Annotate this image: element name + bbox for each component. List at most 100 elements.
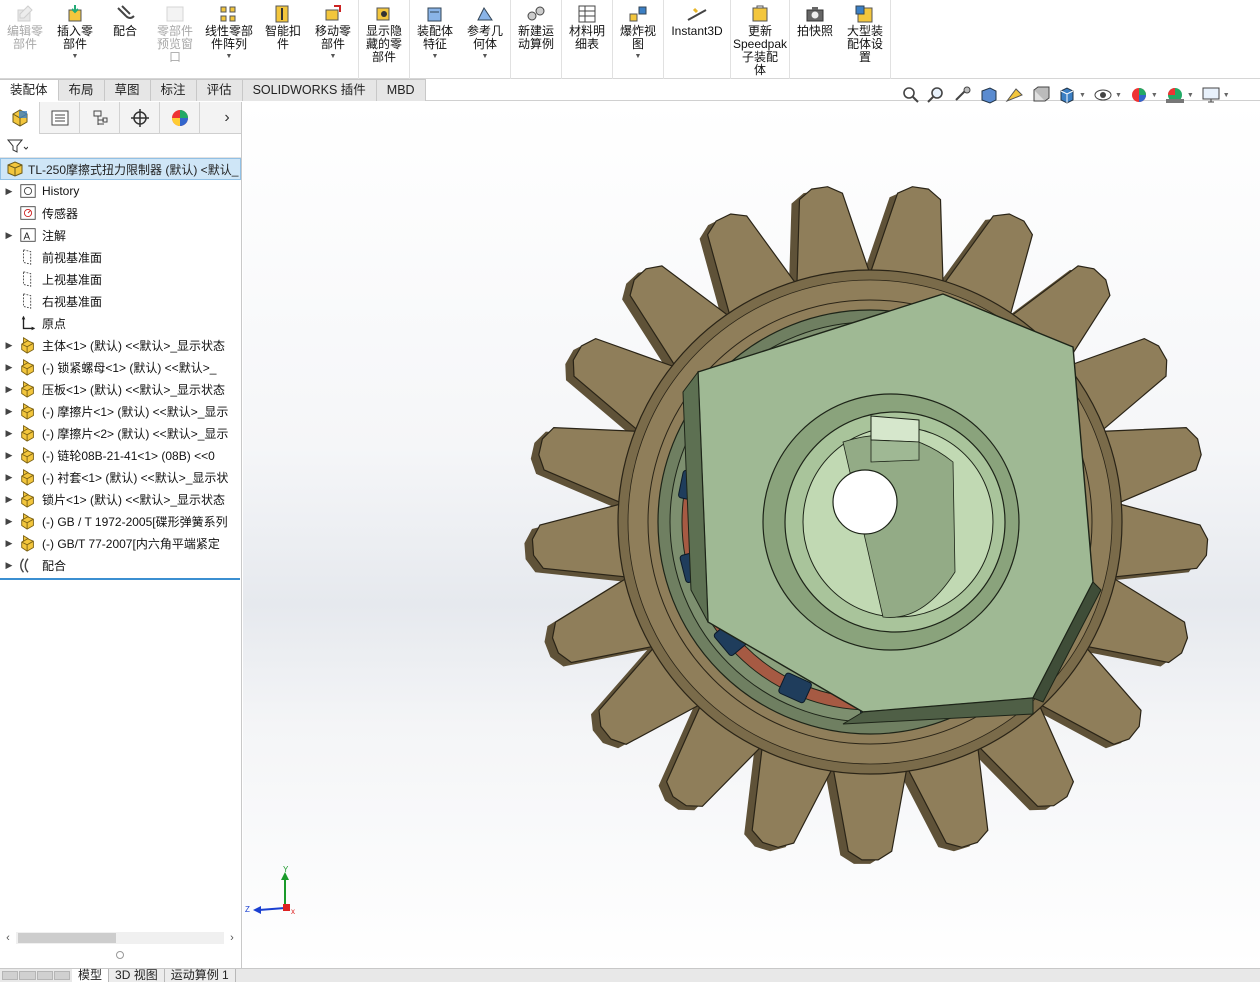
assembly-feature-button[interactable]: 装配体 特征 ▼ <box>410 0 460 79</box>
display-style-icon[interactable] <box>1056 85 1078 105</box>
dropdown-caret-icon[interactable]: ▼ <box>432 53 439 60</box>
view-settings-icon[interactable] <box>1200 85 1222 105</box>
tree-item[interactable]: ▶ 锁片<1> (默认) <<默认>_显示状态 <box>0 488 241 510</box>
mate-button[interactable]: 配合 <box>100 0 150 79</box>
model-tab-2[interactable]: 运动算例 1 <box>164 969 236 982</box>
tree-item[interactable]: ▶ (-) 链轮08B-21-41<1> (08B) <<0 <box>0 444 241 466</box>
tree-root-assembly[interactable]: TL-250摩擦式扭力限制器 (默认) <默认_ <box>0 158 241 180</box>
rollback-bar[interactable] <box>0 578 240 580</box>
first-tab-icon[interactable] <box>2 971 19 980</box>
tree-item[interactable]: 原点 <box>0 312 241 334</box>
tree-item[interactable]: ▶ 压板<1> (默认) <<默认>_显示状态 <box>0 378 241 400</box>
tree-item[interactable]: ▶ History <box>0 180 241 202</box>
expand-arrow-icon[interactable]: ▶ <box>0 230 18 241</box>
expand-arrow-icon[interactable]: ▶ <box>0 494 18 505</box>
scroll-left-icon[interactable]: ‹ <box>0 932 16 944</box>
scroll-right-icon[interactable]: › <box>224 932 240 944</box>
last-tab-icon[interactable] <box>53 971 70 980</box>
scroll-thumb[interactable] <box>18 933 116 943</box>
tree-item[interactable]: ▶ (-) 摩擦片<2> (默认) <<默认>_显示 <box>0 422 241 444</box>
dropdown-caret-icon[interactable]: ▼ <box>635 53 642 60</box>
dropdown-caret-icon[interactable]: ▼ <box>1115 92 1122 99</box>
next-tab-icon[interactable] <box>36 971 53 980</box>
tree-item[interactable]: ▶ (-) GB / T 1972-2005[碟形弹簧系列 <box>0 510 241 532</box>
dimxpert-tab[interactable] <box>120 102 160 134</box>
expand-arrow-icon[interactable]: ▶ <box>0 450 18 461</box>
tree-filter[interactable] <box>0 134 241 158</box>
view-orientation-icon[interactable] <box>1030 85 1052 105</box>
tree-item[interactable]: ▶ 主体<1> (默认) <<默认>_显示状态 <box>0 334 241 356</box>
tree-item[interactable]: 右视基准面 <box>0 290 241 312</box>
feature-manager-tab[interactable] <box>0 102 40 134</box>
expand-arrow-icon[interactable]: ▶ <box>0 362 18 373</box>
expand-arrow-icon[interactable]: ▶ <box>0 384 18 395</box>
previous-view-icon[interactable] <box>952 85 974 105</box>
tree-item[interactable]: ▶ (-) 衬套<1> (默认) <<默认>_显示状 <box>0 466 241 488</box>
edit-component-button[interactable]: 编辑零 部件 <box>0 0 50 79</box>
insert-component-button[interactable]: 插入零 部件 ▼ <box>50 0 100 79</box>
dropdown-caret-icon[interactable]: ▼ <box>72 53 79 60</box>
expand-arrow-icon[interactable]: ▶ <box>0 560 18 571</box>
exploded-view-button[interactable]: 爆炸视 图 ▼ <box>613 0 663 79</box>
tree-item[interactable]: 传感器 <box>0 202 241 224</box>
move-component-button[interactable]: 移动零 部件 ▼ <box>308 0 358 79</box>
tree-item[interactable]: 前视基准面 <box>0 246 241 268</box>
tab-5[interactable]: SOLIDWORKS 插件 <box>242 79 377 101</box>
prev-tab-icon[interactable] <box>19 971 36 980</box>
dropdown-caret-icon[interactable]: ▼ <box>482 53 489 60</box>
tab-6[interactable]: MBD <box>376 79 426 101</box>
panel-horizontal-scrollbar[interactable]: ‹ › <box>0 930 240 946</box>
edit-appearance-icon[interactable] <box>1128 85 1150 105</box>
hub-assembly[interactable] <box>617 269 1123 775</box>
tab-4[interactable]: 评估 <box>196 79 243 101</box>
configuration-manager-tab[interactable] <box>80 102 120 134</box>
expand-arrow-icon[interactable]: ▶ <box>0 472 18 483</box>
assembly-model-render[interactable] <box>243 102 1260 968</box>
dropdown-caret-icon[interactable]: ▼ <box>226 53 233 60</box>
property-manager-tab[interactable] <box>40 102 80 134</box>
large-assembly-button[interactable]: 大型装 配体设 置 <box>840 0 890 79</box>
tree-item[interactable]: ▶ (-) 锁紧螺母<1> (默认) <<默认>_ <box>0 356 241 378</box>
graphics-area[interactable]: Y Z x <box>243 102 1260 968</box>
panel-more-chevron-icon[interactable]: › <box>213 102 241 134</box>
expand-arrow-icon[interactable]: ▶ <box>0 428 18 439</box>
expand-arrow-icon[interactable]: ▶ <box>0 406 18 417</box>
tab-0[interactable]: 装配体 <box>0 79 59 101</box>
tree-item[interactable]: ▶ (-) GB/T 77-2007[内六角平端紧定 <box>0 532 241 554</box>
zoom-to-area-icon[interactable] <box>926 85 948 105</box>
reference-geometry-button[interactable]: 参考几 何体 ▼ <box>460 0 510 79</box>
tree-item[interactable]: 上视基准面 <box>0 268 241 290</box>
tree-item[interactable]: ▶ 配合 <box>0 554 241 576</box>
tab-3[interactable]: 标注 <box>150 79 197 101</box>
motion-study-button[interactable]: 新建运 动算例 <box>511 0 561 79</box>
tab-2[interactable]: 草图 <box>104 79 151 101</box>
speedpak-button[interactable]: 更新 Speedpak 子装配 体 <box>731 0 789 79</box>
expand-arrow-icon[interactable]: ▶ <box>0 516 18 527</box>
expand-arrow-icon[interactable]: ▶ <box>0 340 18 351</box>
dropdown-caret-icon[interactable]: ▼ <box>1151 92 1158 99</box>
display-manager-tab[interactable] <box>160 102 200 134</box>
linear-pattern-button[interactable]: 线性零部 件阵列 ▼ <box>200 0 258 79</box>
component-preview-button[interactable]: 零部件 预览窗 口 <box>150 0 200 79</box>
dropdown-caret-icon[interactable]: ▼ <box>1187 92 1194 99</box>
tree-item[interactable]: ▶ (-) 摩擦片<1> (默认) <<默认>_显示 <box>0 400 241 422</box>
snapshot-button[interactable]: 拍快照 <box>790 0 840 79</box>
dynamic-annotation-icon[interactable] <box>1004 85 1026 105</box>
dropdown-caret-icon[interactable]: ▼ <box>330 53 337 60</box>
model-tab-0[interactable]: 模型 <box>72 969 110 982</box>
zoom-to-fit-icon[interactable] <box>900 85 922 105</box>
section-view-icon[interactable] <box>978 85 1000 105</box>
expand-arrow-icon[interactable]: ▶ <box>0 538 18 549</box>
scroll-track[interactable] <box>16 932 224 944</box>
smart-fastener-button[interactable]: 智能扣 件 <box>258 0 308 79</box>
model-tab-1[interactable]: 3D 视图 <box>109 969 165 982</box>
expand-arrow-icon[interactable]: ▶ <box>0 186 18 197</box>
tree-item[interactable]: ▶ A 注解 <box>0 224 241 246</box>
show-hidden-button[interactable]: 显示隐 藏的零 部件 <box>359 0 409 79</box>
hide-show-icon[interactable] <box>1092 85 1114 105</box>
tab-1[interactable]: 布局 <box>58 79 105 101</box>
bom-button[interactable]: 材料明 细表 <box>562 0 612 79</box>
panel-splitter-handle[interactable] <box>116 951 124 959</box>
instant3d-button[interactable]: Instant3D <box>664 0 730 79</box>
dropdown-caret-icon[interactable]: ▼ <box>1223 92 1230 99</box>
